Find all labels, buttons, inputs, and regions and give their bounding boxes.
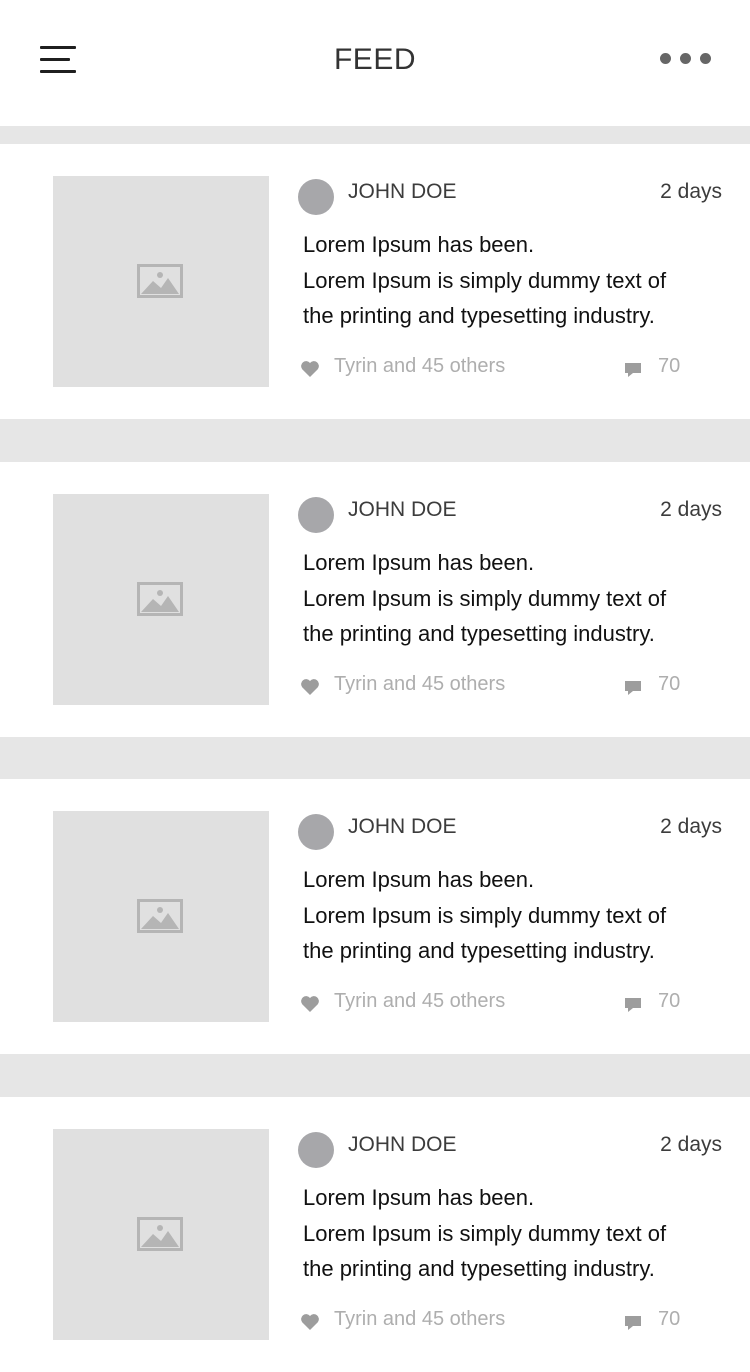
feed-card[interactable]: JOHN DOE 2 days Lorem Ipsum has been. Lo… [0, 144, 750, 419]
likes-text: Tyrin and 45 others [334, 673, 506, 695]
post-text-line: Lorem Ipsum is simply dummy text of [303, 267, 667, 293]
avatar[interactable] [298, 497, 334, 533]
post-time: 2 days [660, 815, 722, 838]
feed-card[interactable]: JOHN DOE 2 days Lorem Ipsum has been. Lo… [0, 779, 750, 1054]
feed-card[interactable]: JOHN DOE 2 days Lorem Ipsum has been. Lo… [0, 1097, 750, 1372]
image-icon [137, 582, 183, 616]
more-dots-icon [660, 53, 671, 64]
image-icon [137, 899, 183, 933]
post-time: 2 days [660, 180, 722, 203]
dot [700, 53, 711, 64]
post-image-placeholder[interactable] [53, 811, 269, 1022]
post-time: 2 days [660, 498, 722, 521]
separator [0, 1054, 750, 1097]
post-image-placeholder[interactable] [53, 176, 269, 387]
avatar[interactable] [298, 179, 334, 215]
feed-card[interactable]: JOHN DOE 2 days Lorem Ipsum has been. Lo… [0, 462, 750, 737]
post-text-line: Lorem Ipsum is simply dummy text of [303, 585, 667, 611]
avatar[interactable] [298, 1132, 334, 1168]
post-text-line: Lorem Ipsum has been. [303, 550, 535, 575]
feed-list: JOHN DOE 2 days Lorem Ipsum has been. Lo… [0, 126, 750, 1372]
post-text-line: the printing and typesetting industry. [303, 938, 655, 963]
comment-icon [625, 1316, 641, 1330]
post-text: Lorem Ipsum has been. Lorem Ipsum is sim… [303, 227, 723, 334]
post-text-line: Lorem Ipsum is simply dummy text of [303, 902, 667, 928]
post-text: Lorem Ipsum has been. Lorem Ipsum is sim… [303, 1180, 723, 1287]
comments-count: 70 [658, 990, 681, 1012]
post-text-line: the printing and typesetting industry. [303, 303, 655, 328]
post-text-line: the printing and typesetting industry. [303, 621, 655, 646]
post-text: Lorem Ipsum has been. Lorem Ipsum is sim… [303, 545, 723, 652]
dot [680, 53, 691, 64]
author-name[interactable]: JOHN DOE [348, 1133, 457, 1157]
separator [0, 126, 750, 144]
heart-icon [301, 1314, 319, 1330]
likes-text: Tyrin and 45 others [334, 1308, 506, 1330]
comment-icon [625, 681, 641, 695]
likes-text: Tyrin and 45 others [334, 990, 506, 1012]
separator [0, 737, 750, 779]
separator [0, 419, 750, 462]
heart-icon [301, 361, 319, 377]
comment-icon [625, 998, 641, 1012]
page-title: FEED [333, 43, 416, 76]
post-image-placeholder[interactable] [53, 494, 269, 705]
post-time: 2 days [660, 1133, 722, 1156]
more-options-button[interactable] [656, 48, 716, 68]
post-text-line: Lorem Ipsum is simply dummy text of [303, 1220, 667, 1246]
heart-icon [301, 996, 319, 1012]
image-icon [137, 1217, 183, 1251]
comments-count: 70 [658, 355, 681, 377]
comments-count: 70 [658, 673, 681, 695]
comments-count: 70 [658, 1308, 681, 1330]
post-text: Lorem Ipsum has been. Lorem Ipsum is sim… [303, 862, 723, 969]
author-name[interactable]: JOHN DOE [348, 815, 457, 839]
avatar[interactable] [298, 814, 334, 850]
post-text-line: the printing and typesetting industry. [303, 1256, 655, 1281]
post-text-line: Lorem Ipsum has been. [303, 1185, 535, 1210]
author-name[interactable]: JOHN DOE [348, 498, 457, 522]
comment-icon [625, 363, 641, 377]
post-text-line: Lorem Ipsum has been. [303, 232, 535, 257]
likes-text: Tyrin and 45 others [334, 355, 506, 377]
image-icon [137, 264, 183, 298]
heart-icon [301, 679, 319, 695]
app-header: FEED [0, 0, 750, 126]
post-image-placeholder[interactable] [53, 1129, 269, 1340]
post-text-line: Lorem Ipsum has been. [303, 867, 535, 892]
author-name[interactable]: JOHN DOE [348, 180, 457, 204]
